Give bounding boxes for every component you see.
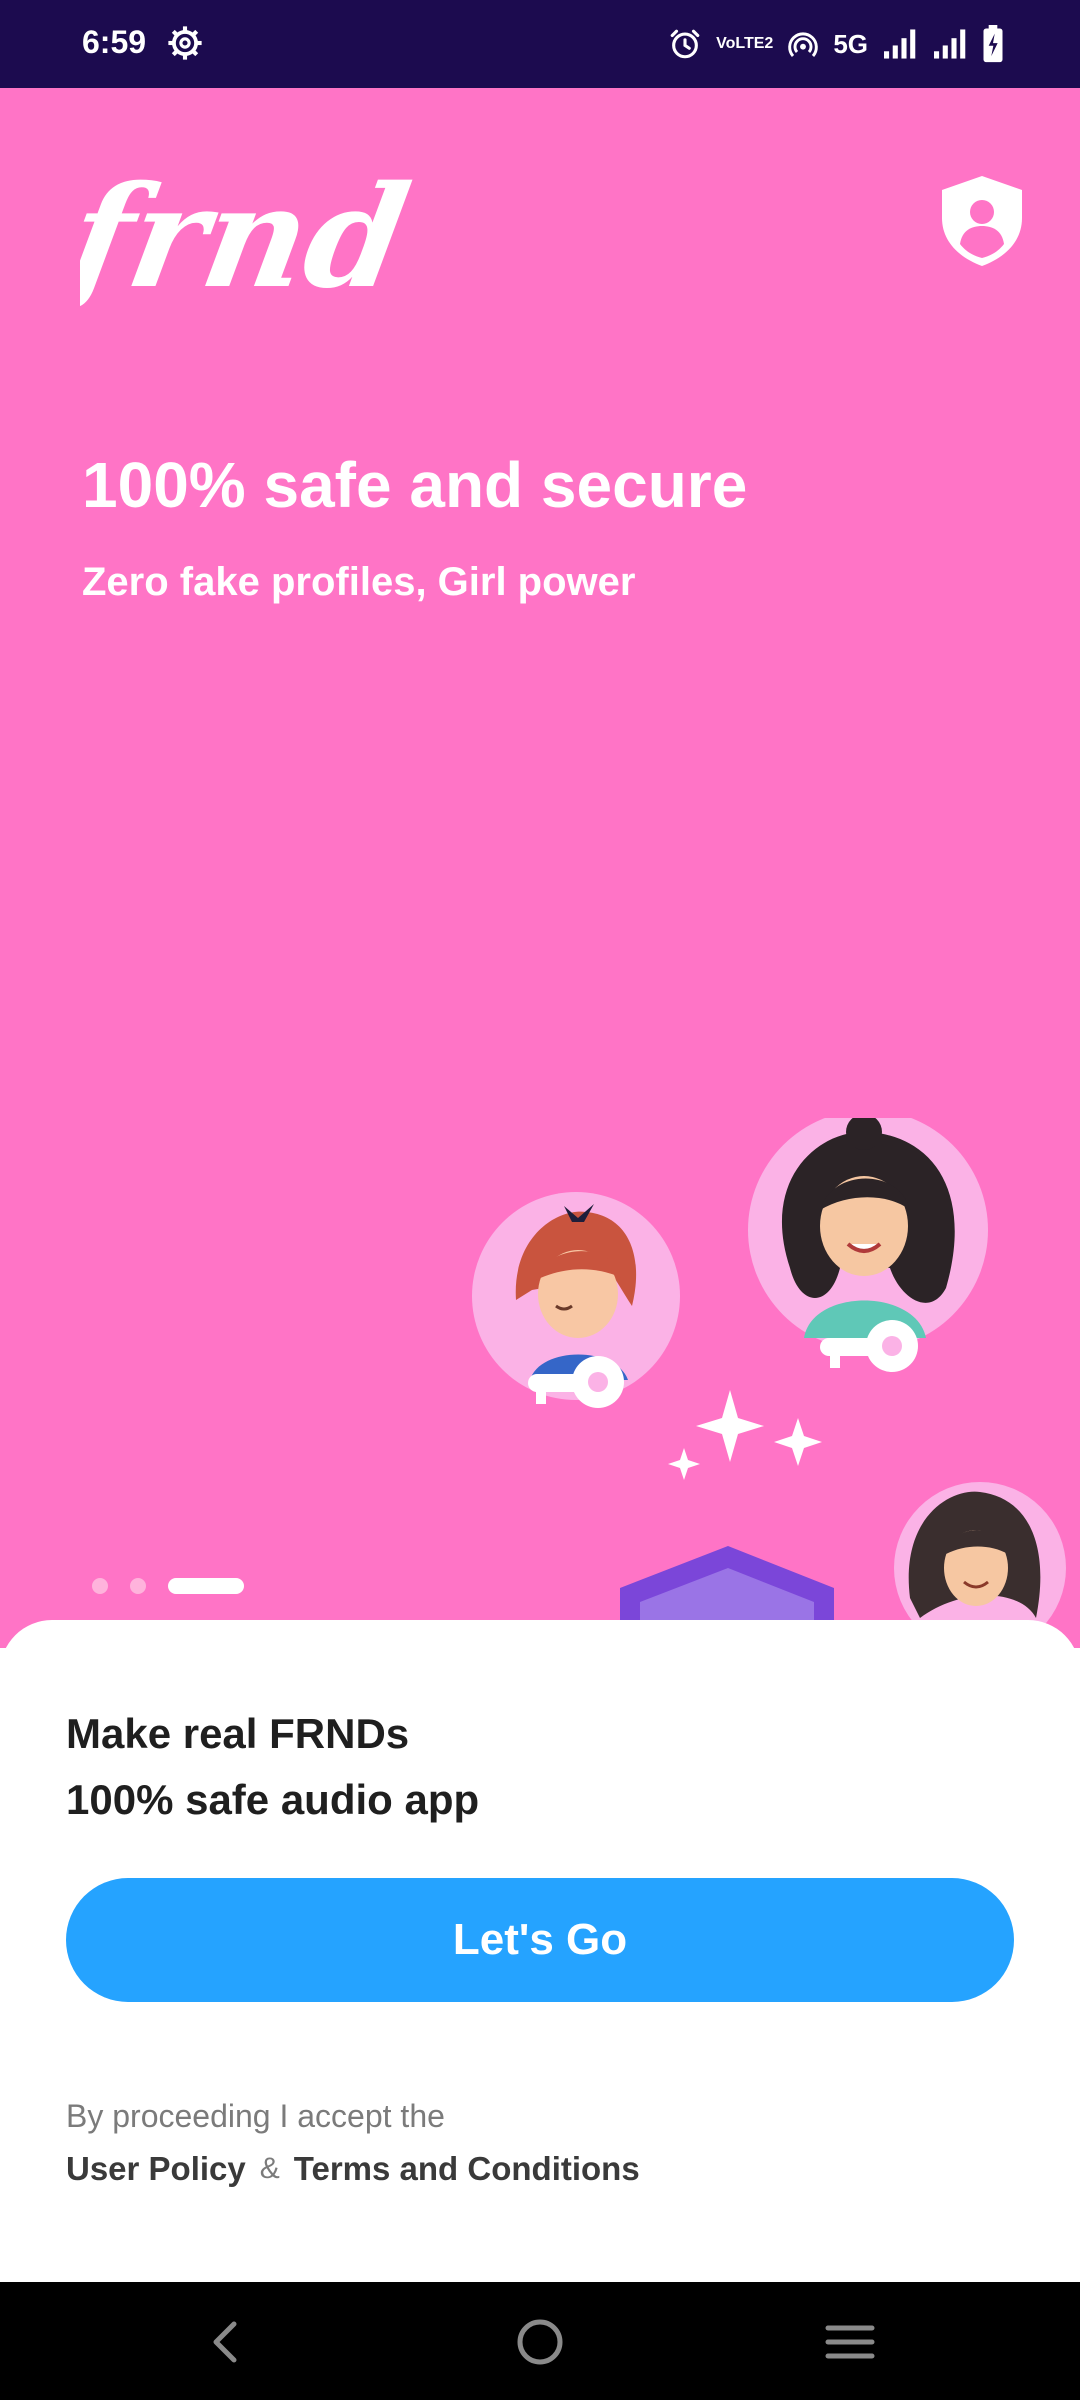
system-nav-bar — [0, 2282, 1080, 2400]
settings-gear-icon — [168, 26, 202, 60]
volte-icon: VoLTE2 — [716, 35, 774, 52]
battery-charging-icon — [983, 25, 1003, 63]
status-bar: 6:59 VoLTE2 5G — [0, 0, 1080, 88]
legal-prefix: By proceeding I accept the — [66, 2098, 445, 2134]
terms-link[interactable]: Terms and Conditions — [294, 2150, 640, 2188]
logo-text: frnd — [80, 168, 420, 320]
safety-illustration — [472, 1118, 1066, 1648]
back-icon[interactable] — [196, 2312, 256, 2372]
tagline-line-1: Make real FRNDs — [66, 1710, 410, 1757]
pager-dot[interactable] — [92, 1578, 108, 1594]
onboarding-hero: frnd 100% safe and secure Zero fake prof… — [0, 88, 1080, 1648]
alarm-icon — [670, 29, 700, 59]
sparkle-icons — [668, 1390, 822, 1480]
frnd-logo: frnd — [80, 168, 420, 320]
lets-go-button[interactable]: Let's Go — [66, 1878, 1014, 2002]
signal-icon — [884, 29, 916, 59]
ampersand: & — [259, 2152, 280, 2185]
hotspot-icon — [788, 32, 819, 57]
pager-dots — [92, 1578, 244, 1594]
hero-title: 100% safe and secure — [82, 449, 748, 521]
bottom-sheet: Make real FRNDs 100% safe audio app Let'… — [0, 1620, 1080, 2282]
recents-menu-icon[interactable] — [820, 2312, 880, 2372]
home-icon[interactable] — [510, 2312, 570, 2372]
network-type-label: 5G — [833, 28, 868, 59]
pager-dot[interactable] — [130, 1578, 146, 1594]
status-time: 6:59 — [82, 24, 147, 60]
signal-icon — [934, 29, 966, 59]
hero-subtitle: Zero fake profiles, Girl power — [82, 560, 636, 604]
pager-dot-active[interactable] — [168, 1578, 244, 1594]
legal-links: User Policy & Terms and Conditions — [66, 2150, 640, 2188]
girl-avatar-top — [748, 1118, 988, 1350]
status-icons: VoLTE2 5G — [668, 20, 1004, 68]
tagline-line-2: 100% safe audio app — [66, 1776, 480, 1823]
safety-shield-icon[interactable] — [940, 174, 1024, 268]
user-policy-link[interactable]: User Policy — [66, 2150, 246, 2188]
